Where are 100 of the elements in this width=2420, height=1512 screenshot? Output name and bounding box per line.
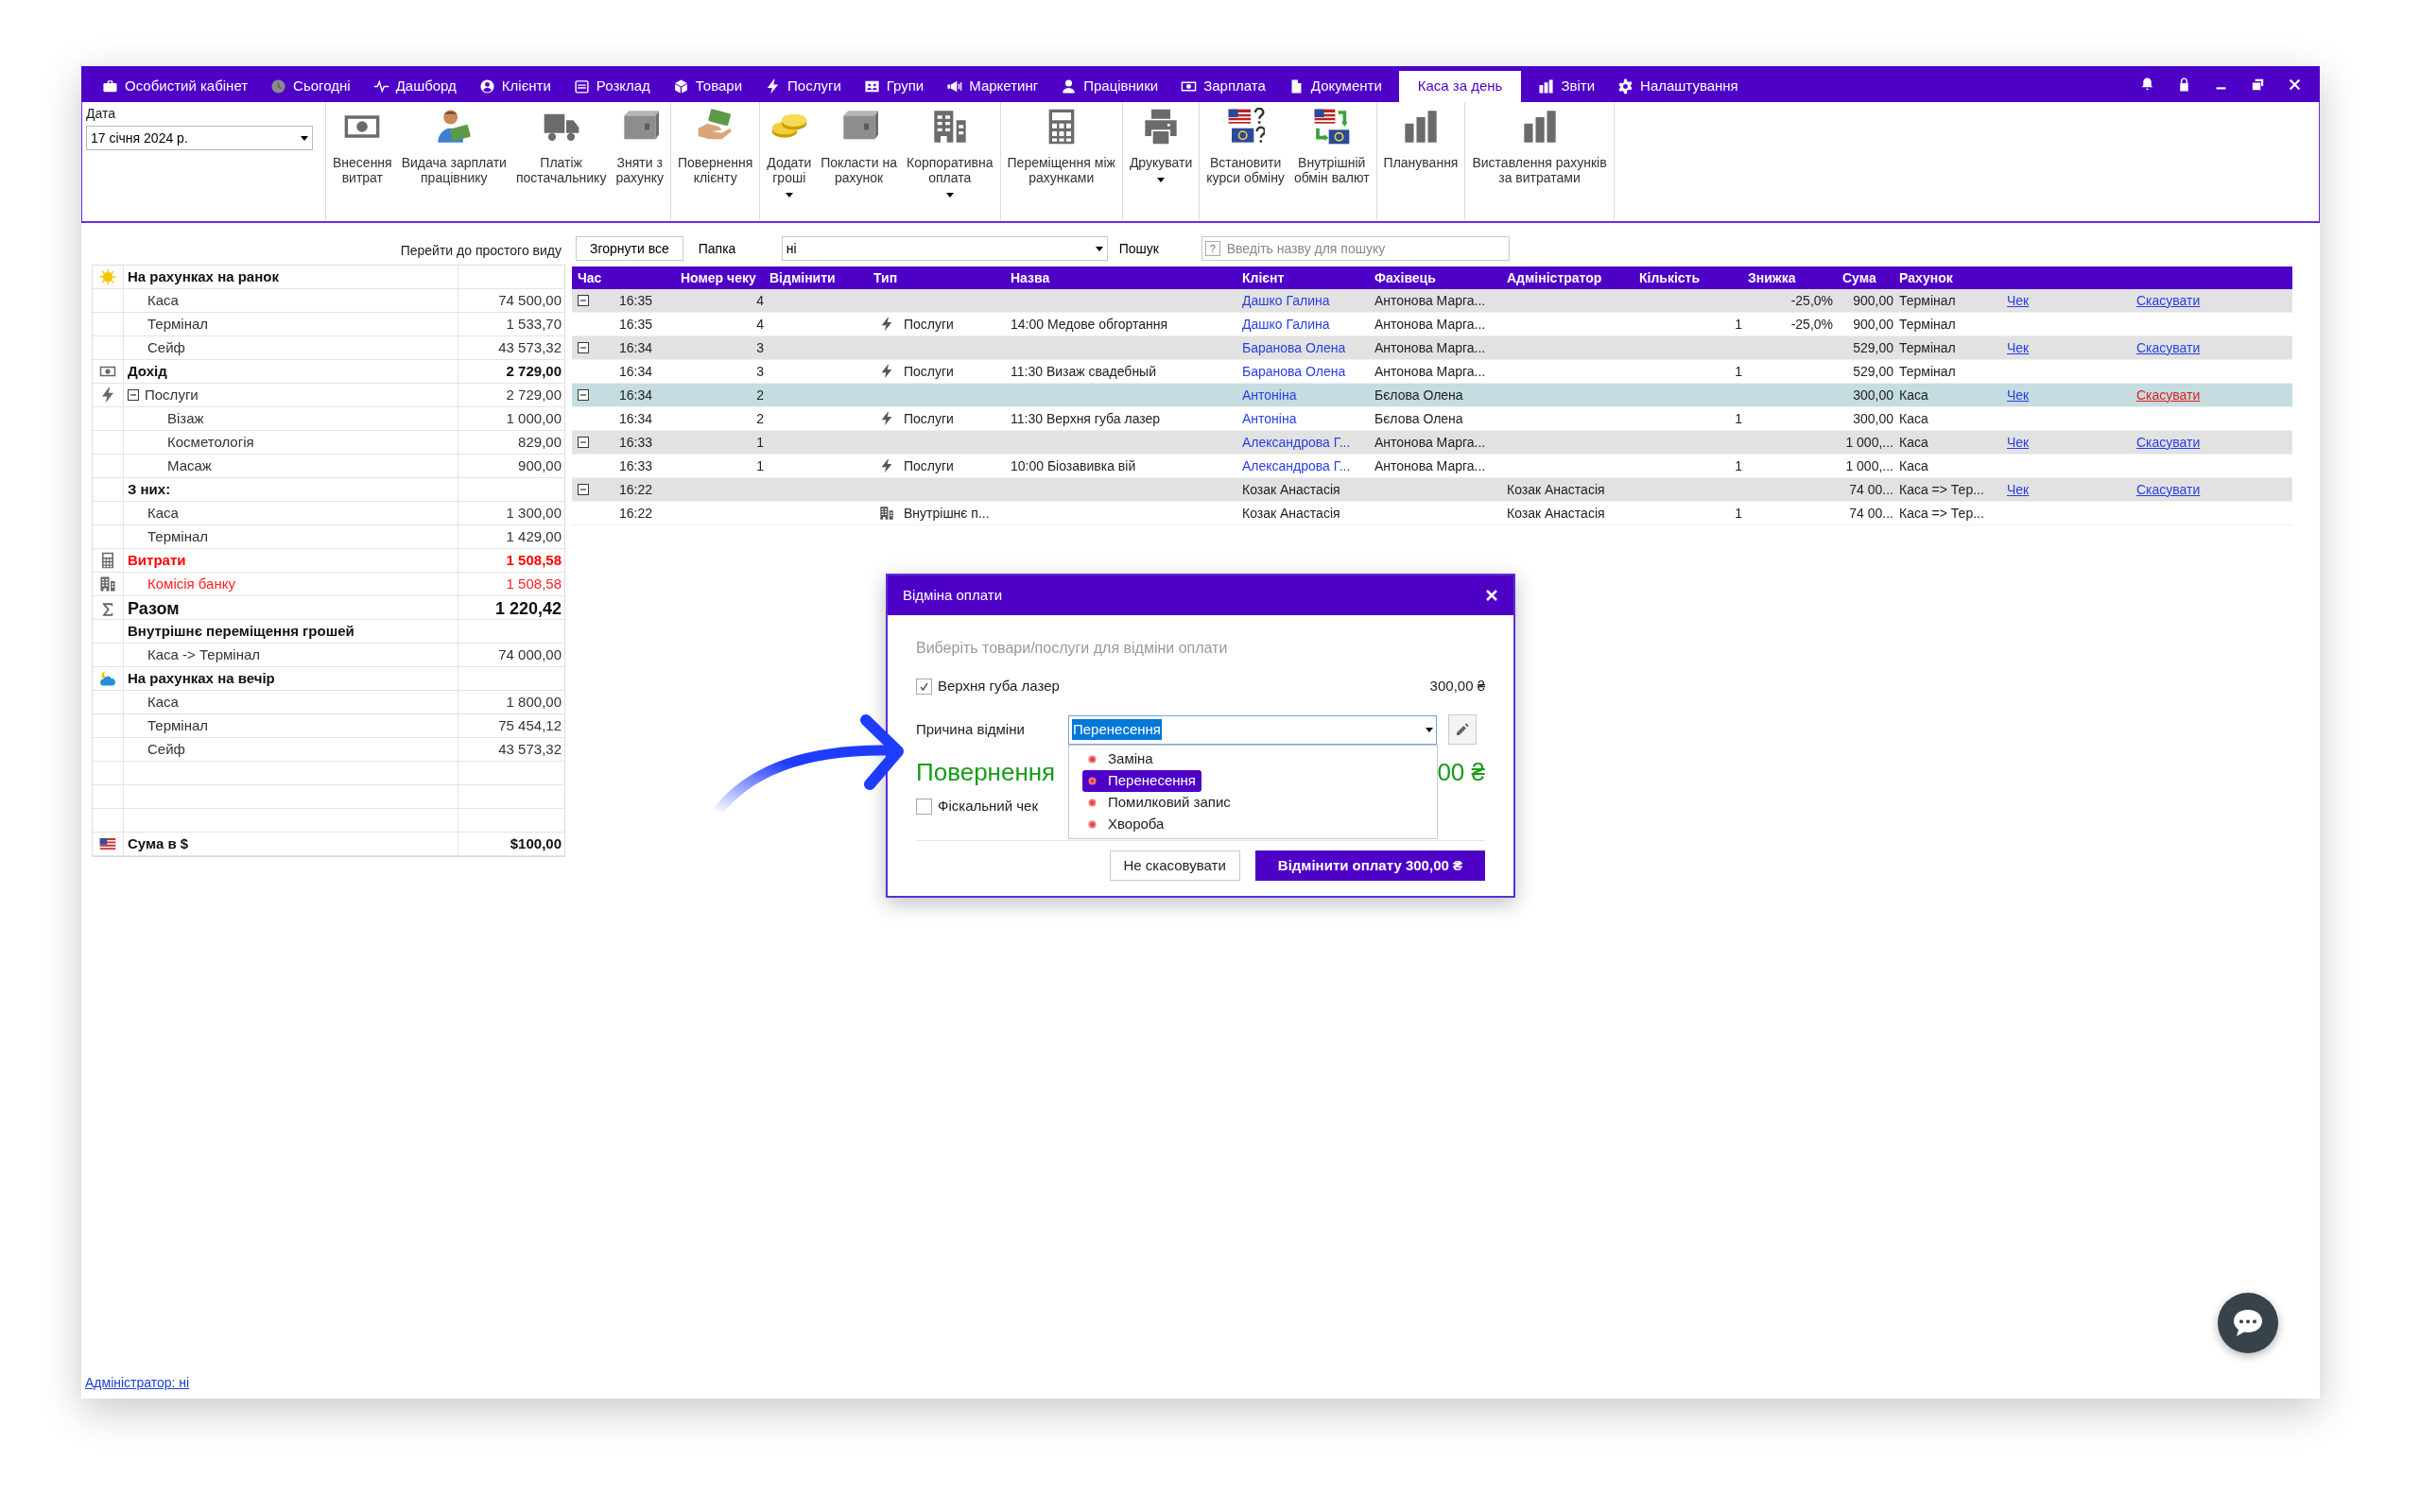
- reason-option[interactable]: Заміна: [1082, 748, 1159, 770]
- reason-option[interactable]: Хвороба: [1082, 814, 1170, 835]
- column-header[interactable]: Сума: [1839, 267, 1895, 288]
- cancel-link[interactable]: Скасувати: [2136, 432, 2201, 453]
- toolbar-button[interactable]: Друкувати: [1124, 102, 1198, 221]
- nav-tab[interactable]: Звіти: [1527, 71, 1607, 102]
- summary-label: На рахунках на ранок: [128, 266, 279, 286]
- checkbox[interactable]: [916, 798, 932, 815]
- nav-tab[interactable]: Дашборд: [361, 71, 468, 102]
- client-link[interactable]: Дашко Галина: [1242, 314, 1330, 335]
- nav-tab[interactable]: Працівники: [1049, 71, 1170, 102]
- table-row[interactable]: 16:33 1 Александрова Г... Антонова Марга... 1 000,... Каса Чек Скасувати: [572, 431, 2292, 455]
- column-header[interactable]: Знижка: [1744, 267, 1839, 288]
- help-icon[interactable]: ?: [1204, 241, 1220, 256]
- calculator-icon: [99, 552, 116, 569]
- nav-tab[interactable]: Маркетинг: [935, 71, 1050, 102]
- folder-label: Папка: [698, 239, 737, 258]
- client-link[interactable]: Баранова Олена: [1242, 337, 1346, 358]
- client-link[interactable]: Александрова Г...: [1242, 432, 1351, 453]
- toolbar-button[interactable]: Платіж постачальнику: [510, 102, 612, 221]
- column-header[interactable]: Відмінити: [766, 267, 870, 288]
- toolbar-button[interactable]: Повернення клієнту: [673, 102, 758, 221]
- toolbar-button[interactable]: Видача зарплати працівнику: [396, 102, 511, 221]
- toolbar-button[interactable]: Внесення витрат: [328, 102, 397, 221]
- client-link[interactable]: Антоніна: [1242, 408, 1297, 429]
- summary-label: Візаж: [167, 408, 204, 428]
- table-row[interactable]: 16:35 4 Дашко Галина Антонова Марга... -25,0% 900,00 Термінал Чек Скасувати: [572, 289, 2292, 313]
- column-header[interactable]: Адміністратор: [1503, 267, 1635, 288]
- cancel-link[interactable]: Скасувати: [2136, 337, 2201, 358]
- sun-icon: [99, 268, 116, 285]
- receipt-link[interactable]: Чек: [2007, 337, 2030, 358]
- client-link[interactable]: Александрова Г...: [1242, 455, 1351, 476]
- collapse-toggle[interactable]: [578, 389, 589, 401]
- collapse-toggle[interactable]: [578, 342, 589, 353]
- table-row[interactable]: 16:34 3 Баранова Олена Антонова Марга... 529,00 Термінал Чек Скасувати: [572, 336, 2292, 360]
- checkbox[interactable]: [916, 678, 932, 695]
- client-link[interactable]: Дашко Галина: [1242, 290, 1330, 311]
- keep-payment-button[interactable]: Не скасовувати: [1109, 850, 1240, 881]
- receipt-link[interactable]: Чек: [2007, 432, 2030, 453]
- nav-tab[interactable]: Послуги: [753, 71, 853, 102]
- edit-button[interactable]: [1448, 714, 1477, 745]
- summary-amount: 1 533,70: [506, 314, 562, 334]
- toolbar-button[interactable]: Виставлення рахунків за витратами: [1467, 102, 1612, 221]
- nav-tab[interactable]: Товари: [661, 71, 754, 102]
- close-icon[interactable]: [1485, 589, 1498, 602]
- toolbar-button[interactable]: Переміщення між рахунками: [1002, 102, 1120, 221]
- column-header[interactable]: Клієнт: [1238, 267, 1371, 288]
- collapse-toggle[interactable]: [578, 437, 589, 448]
- table-cell-text: Послуги: [904, 362, 954, 381]
- toolbar-button[interactable]: Планування: [1378, 102, 1463, 221]
- cancel-link[interactable]: Скасувати: [2136, 290, 2201, 311]
- toolbar-button[interactable]: Встановити курси обміну: [1201, 102, 1289, 221]
- column-header[interactable]: Час: [572, 267, 652, 288]
- nav-tab[interactable]: Каса за день: [1398, 71, 1522, 102]
- column-header[interactable]: Фахівець: [1371, 267, 1503, 288]
- simple-view-link[interactable]: Перейти до простого виду: [400, 240, 562, 261]
- nav-tab[interactable]: Документи: [1276, 71, 1393, 102]
- collapse-toggle[interactable]: [128, 389, 139, 401]
- table-row[interactable]: 16:22 Козак Анастасія Козак Анастасія 74 00... Каса => Тер... Чек Скасувати: [572, 478, 2292, 502]
- summary-amount: 1 429,00: [506, 526, 562, 546]
- nav-tab[interactable]: Особистий кабінет: [91, 71, 260, 102]
- client-link[interactable]: Антоніна: [1242, 385, 1297, 405]
- nav-tab[interactable]: Налаштування: [1606, 71, 1750, 102]
- confirm-cancel-payment-button[interactable]: Відмінити оплату 300,00 ₴: [1254, 850, 1485, 881]
- toolbar-button[interactable]: Додати гроші: [762, 102, 817, 221]
- collapse-all-button[interactable]: Згорнути все: [576, 236, 683, 261]
- nav-tab[interactable]: Розклад: [562, 71, 662, 102]
- toolbar-button[interactable]: Корпоративна оплата: [902, 102, 998, 221]
- cancel-link[interactable]: Скасувати: [2136, 479, 2201, 500]
- receipt-link[interactable]: Чек: [2007, 385, 2030, 405]
- column-header[interactable]: Номер чеку: [652, 267, 766, 288]
- column-header[interactable]: Кількість: [1635, 267, 1744, 288]
- receipt-link[interactable]: Чек: [2007, 290, 2030, 311]
- caret-icon: [301, 135, 308, 141]
- reason-select[interactable]: Перенесення: [1068, 714, 1437, 745]
- column-header[interactable]: Тип: [870, 267, 1007, 288]
- date-picker[interactable]: 17 січня 2024 р.: [86, 126, 313, 150]
- receipt-link[interactable]: Чек: [2007, 479, 2030, 500]
- folder-select[interactable]: ні: [781, 236, 1108, 261]
- table-cell-text: Каса => Тер...: [1899, 480, 1984, 499]
- collapse-toggle[interactable]: [578, 295, 589, 306]
- nav-tab[interactable]: Сьогодні: [259, 71, 362, 102]
- chat-button[interactable]: [2218, 1293, 2278, 1353]
- nav-tab[interactable]: Зарплата: [1169, 71, 1277, 102]
- notification-bell-icon[interactable]: [2139, 76, 2155, 93]
- nav-tab[interactable]: Групи: [852, 71, 936, 102]
- administrator-link[interactable]: Адміністратор: ні: [85, 1372, 190, 1393]
- column-header[interactable]: Назва: [1007, 267, 1238, 288]
- table-cell-text: 1: [1735, 409, 1742, 428]
- client-link[interactable]: Баранова Олена: [1242, 361, 1346, 382]
- reason-option[interactable]: Помилковий запис: [1082, 792, 1236, 814]
- toolbar-button[interactable]: Зняти з рахунку: [611, 102, 668, 221]
- collapse-toggle[interactable]: [578, 484, 589, 495]
- reason-option[interactable]: Перенесення: [1082, 770, 1201, 792]
- toolbar-button[interactable]: Покласти на рахунок: [816, 102, 902, 221]
- table-cell-text: 1 000,...: [1845, 433, 1893, 452]
- column-header[interactable]: Рахунок: [1895, 267, 2004, 288]
- toolbar-button[interactable]: Внутрішній обмін валют: [1288, 102, 1374, 221]
- nav-tab[interactable]: Клієнти: [467, 71, 562, 102]
- table-row[interactable]: 16:34 2 Антоніна Бєлова Олена 300,00 Каса Чек Скасувати: [572, 384, 2292, 407]
